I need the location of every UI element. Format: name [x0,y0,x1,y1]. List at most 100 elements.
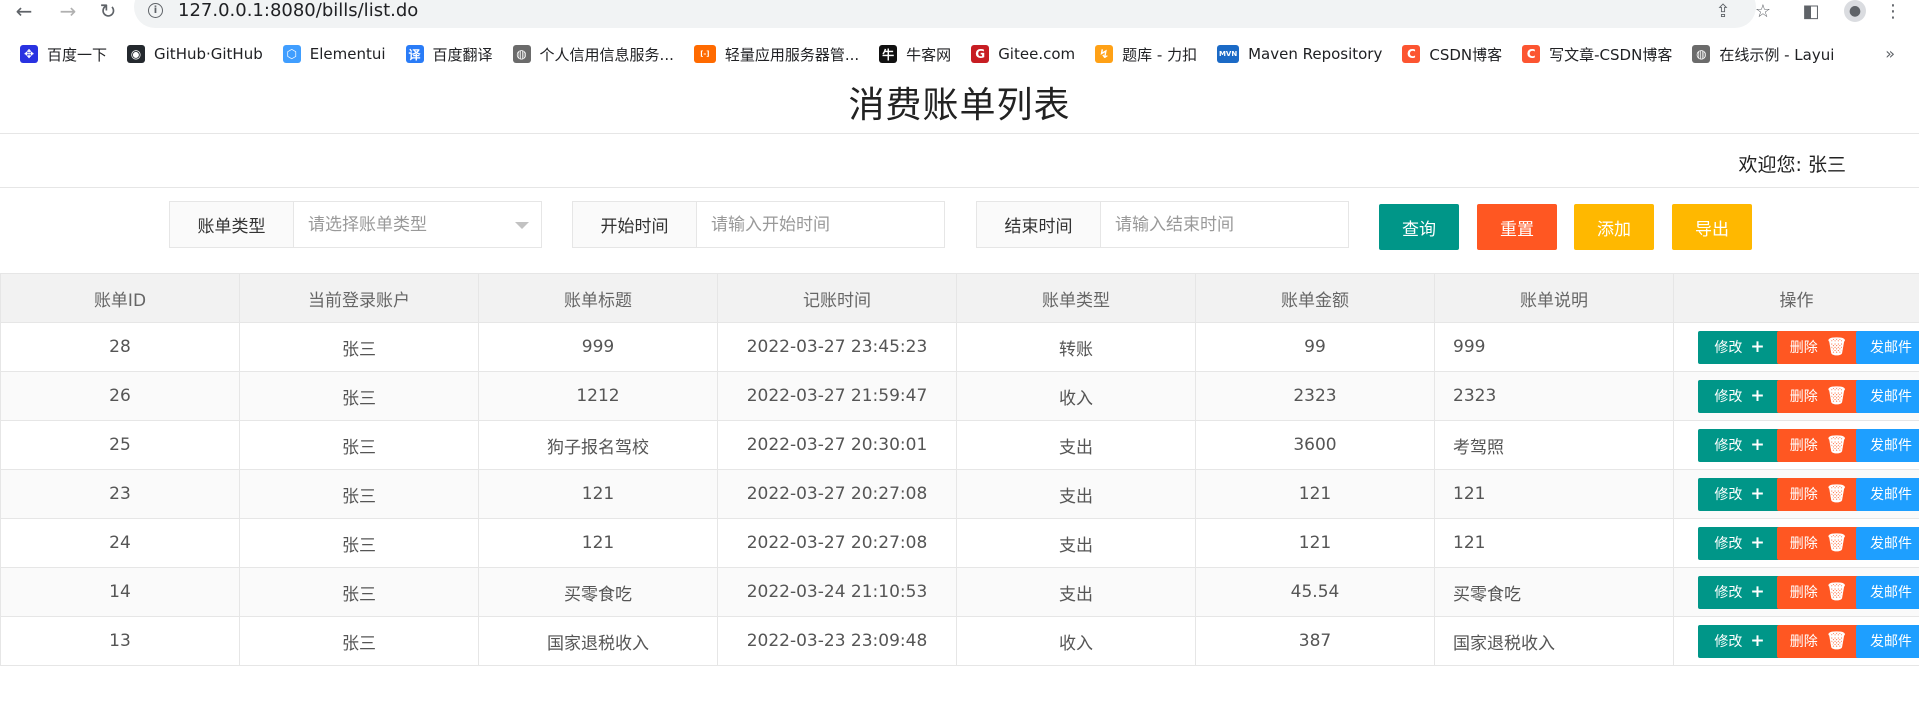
edit-button[interactable]: 修改 + [1698,477,1781,511]
column-header[interactable]: 记账时间 [717,273,957,323]
reload-icon[interactable]: ↻ [96,0,120,22]
bookmark-item[interactable]: ◉ GitHub·GitHub [127,45,263,63]
bookmark-item[interactable]: ✥ 百度一下 [20,44,107,65]
kebab-menu-icon[interactable]: ⋮ [1882,0,1904,22]
trash-icon: 🗑 [1825,435,1848,455]
bookmark-star-icon[interactable]: ☆ [1752,0,1774,22]
send-email-button[interactable]: 发邮件 [1856,624,1919,658]
bookmark-label: 题库 - 力扣 [1122,45,1198,64]
bookmark-label: 百度翻译 [432,45,493,64]
bookmark-item[interactable]: C 写文章-CSDN博客 [1522,44,1672,65]
table-row: 24 张三 121 2022-03-27 20:27:08 支出 121 121 修改 + 删除 🗑… [0,518,1919,568]
bookmark-item[interactable]: 译百度翻译 [405,44,493,65]
column-header[interactable]: 账单类型 [956,273,1196,323]
cell-user: 张三 [239,469,479,519]
send-email-button-label: 发邮件 [1870,438,1912,454]
delete-button[interactable]: 删除 🗑 [1777,477,1860,511]
cell-type: 支出 [956,518,1196,568]
bookmark-item[interactable]: ↯ 题库 - 力扣 [1095,44,1197,65]
bookmark-item[interactable]: ◍ 在线示例 - Layui [1692,44,1834,65]
share-icon[interactable]: ⇪ [1712,0,1734,22]
send-email-button[interactable]: 发邮件 [1856,526,1919,560]
end-time-input[interactable] [1101,202,1348,247]
delete-button[interactable]: 删除 🗑 [1777,526,1860,560]
send-email-button[interactable]: 发邮件 [1856,477,1919,511]
delete-button[interactable]: 删除 🗑 [1777,575,1860,609]
bills-table: 账单ID 当前登录账户 账单标题 记账时间 账单类型 账单金额 账单说明 操作 28 张三 999… [0,273,1919,666]
column-header[interactable]: 当前登录账户 [239,273,479,323]
site-info-icon[interactable]: i [148,3,163,18]
send-email-button[interactable]: 发邮件 [1856,379,1919,413]
edit-button[interactable]: 修改 + [1698,379,1781,413]
column-header[interactable]: 账单说明 [1434,273,1674,323]
cell-bill-id: 26 [0,371,240,421]
delete-button[interactable]: 删除 🗑 [1777,428,1860,462]
bookmark-item[interactable]: ⬡ Elementui [282,45,386,63]
cell-amount: 3600 [1195,420,1435,470]
export-button[interactable]: 导出 [1672,204,1752,250]
search-button[interactable]: 查询 [1379,204,1459,250]
column-header[interactable]: 账单ID [0,273,240,323]
bookmark-favicon-icon: C [1402,45,1421,63]
chevron-down-icon[interactable] [515,222,529,229]
cell-amount: 99 [1195,322,1435,372]
bill-type-select[interactable] [294,202,541,247]
bookmark-favicon-icon: ◍ [1692,45,1711,63]
plus-icon: + [1750,533,1765,553]
url-text[interactable]: 127.0.0.1:8080/bills/list.do [178,0,418,21]
cell-time: 2022-03-27 20:27:08 [717,518,957,568]
bookmark-label: 百度一下 [47,45,108,64]
cell-actions: 修改 + 删除 🗑 发邮件 [1673,616,1919,666]
end-time-label: 结束时间 [977,202,1101,247]
edit-button[interactable]: 修改 + [1698,428,1781,462]
bookmark-item[interactable]: C CSDN博客 [1402,44,1502,65]
bookmark-favicon-icon: C [1522,45,1541,63]
back-arrow-icon[interactable]: ← [12,0,36,22]
edit-button[interactable]: 修改 + [1698,575,1781,609]
cell-bill-id: 25 [0,420,240,470]
cell-bill-id: 13 [0,616,240,666]
bookmark-item[interactable]: [-] 轻量应用服务器管... [693,44,860,65]
delete-button[interactable]: 删除 🗑 [1777,379,1860,413]
cell-actions: 修改 + 删除 🗑 发邮件 [1673,567,1919,617]
plus-icon: + [1750,582,1765,602]
cell-time: 2022-03-27 23:45:23 [717,322,957,372]
edit-button[interactable]: 修改 + [1698,624,1781,658]
edit-button[interactable]: 修改 + [1698,526,1781,560]
forward-arrow-icon[interactable]: → [56,0,80,22]
cell-title: 121 [478,469,718,519]
bookmark-label: 轻量应用服务器管... [724,45,860,64]
bookmark-item[interactable]: MVN Maven Repository [1217,45,1382,63]
start-time-input[interactable] [697,202,944,247]
send-email-button[interactable]: 发邮件 [1856,575,1919,609]
column-header[interactable]: 账单金额 [1195,273,1435,323]
cell-time: 2022-03-27 20:30:01 [717,420,957,470]
cell-actions: 修改 + 删除 🗑 发邮件 [1673,322,1919,372]
cell-actions: 修改 + 删除 🗑 发邮件 [1673,420,1919,470]
profile-avatar-icon[interactable]: ● [1844,0,1866,22]
send-email-button[interactable]: 发邮件 [1856,330,1919,364]
delete-button[interactable]: 删除 🗑 [1777,330,1860,364]
cell-bill-id: 14 [0,567,240,617]
bookmarks-more-icon[interactable]: » [1885,44,1895,63]
column-header[interactable]: 操作 [1673,273,1919,323]
trash-icon: 🗑 [1825,337,1848,357]
column-header[interactable]: 账单标题 [478,273,718,323]
cell-type: 支出 [956,420,1196,470]
edit-button-label: 修改 [1714,634,1743,650]
reset-button[interactable]: 重置 [1477,204,1557,250]
edit-button-label: 修改 [1714,438,1743,454]
bookmark-favicon-icon: ◉ [127,45,146,63]
plus-icon: + [1750,631,1765,651]
trash-icon: 🗑 [1825,386,1848,406]
bookmark-item[interactable]: ◍ 个人信用信息服务... [512,44,674,65]
side-panel-icon[interactable]: ◧ [1800,0,1822,22]
add-button[interactable]: 添加 [1574,204,1654,250]
delete-button[interactable]: 删除 🗑 [1777,624,1860,658]
cell-bill-id: 23 [0,469,240,519]
edit-button[interactable]: 修改 + [1698,330,1781,364]
send-email-button[interactable]: 发邮件 [1856,428,1919,462]
bookmark-item[interactable]: G Gitee.com [971,45,1075,63]
edit-button-label: 修改 [1714,389,1743,405]
bookmark-item[interactable]: 牛牛客网 [879,44,951,65]
